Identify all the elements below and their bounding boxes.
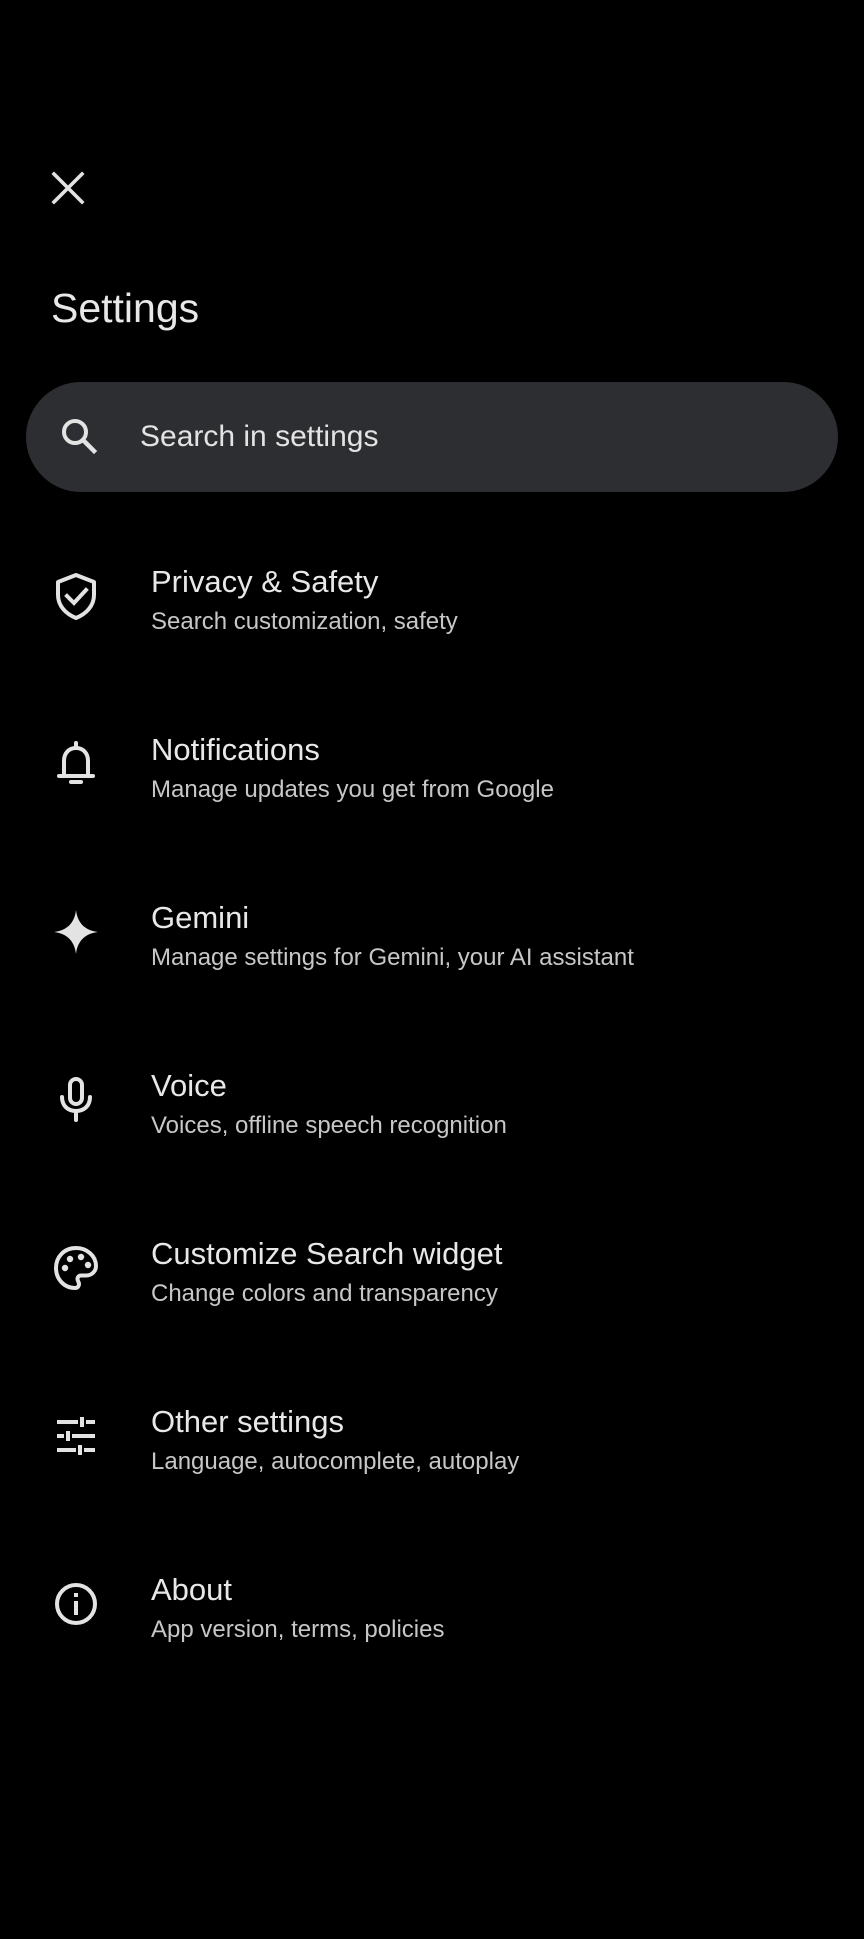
settings-item-title: Other settings — [151, 1404, 344, 1439]
info-icon — [50, 1578, 102, 1630]
settings-item-subtitle: Language, autocomplete, autoplay — [151, 1448, 520, 1475]
settings-item-subtitle: Change colors and transparency — [151, 1280, 498, 1307]
settings-item-title: Privacy & Safety — [151, 564, 379, 599]
settings-item-subtitle: Manage settings for Gemini, your AI assi… — [151, 944, 634, 971]
settings-item-title: Customize Search widget — [151, 1236, 503, 1271]
settings-item-privacy-safety[interactable]: Privacy & Safety Search customization, s… — [0, 540, 864, 708]
settings-item-title: Voice — [151, 1068, 227, 1103]
settings-item-notifications[interactable]: Notifications Manage updates you get fro… — [0, 708, 864, 876]
settings-list: Privacy & Safety Search customization, s… — [0, 540, 864, 1716]
palette-icon — [50, 1242, 102, 1294]
search-bar[interactable]: Search in settings — [26, 382, 838, 492]
bell-icon — [50, 738, 102, 790]
settings-item-gemini[interactable]: Gemini Manage settings for Gemini, your … — [0, 876, 864, 1044]
search-icon — [56, 413, 104, 461]
settings-item-about[interactable]: About App version, terms, policies — [0, 1548, 864, 1716]
shield-check-icon — [50, 570, 102, 622]
page-title: Settings — [51, 285, 200, 331]
sliders-icon — [50, 1410, 102, 1462]
settings-item-subtitle: Search customization, safety — [151, 608, 458, 635]
settings-item-title: Notifications — [151, 732, 320, 767]
settings-item-subtitle: App version, terms, policies — [151, 1616, 445, 1643]
settings-item-subtitle: Voices, offline speech recognition — [151, 1112, 507, 1139]
settings-item-voice[interactable]: Voice Voices, offline speech recognition — [0, 1044, 864, 1212]
settings-item-title: About — [151, 1572, 233, 1607]
settings-item-customize-widget[interactable]: Customize Search widget Change colors an… — [0, 1212, 864, 1380]
close-icon — [51, 171, 85, 205]
microphone-icon — [50, 1074, 102, 1126]
close-button[interactable] — [46, 166, 90, 210]
search-input[interactable]: Search in settings — [140, 382, 378, 492]
settings-item-subtitle: Manage updates you get from Google — [151, 776, 554, 803]
settings-item-title: Gemini — [151, 900, 250, 935]
sparkle-icon — [50, 906, 102, 958]
settings-item-other-settings[interactable]: Other settings Language, autocomplete, a… — [0, 1380, 864, 1548]
